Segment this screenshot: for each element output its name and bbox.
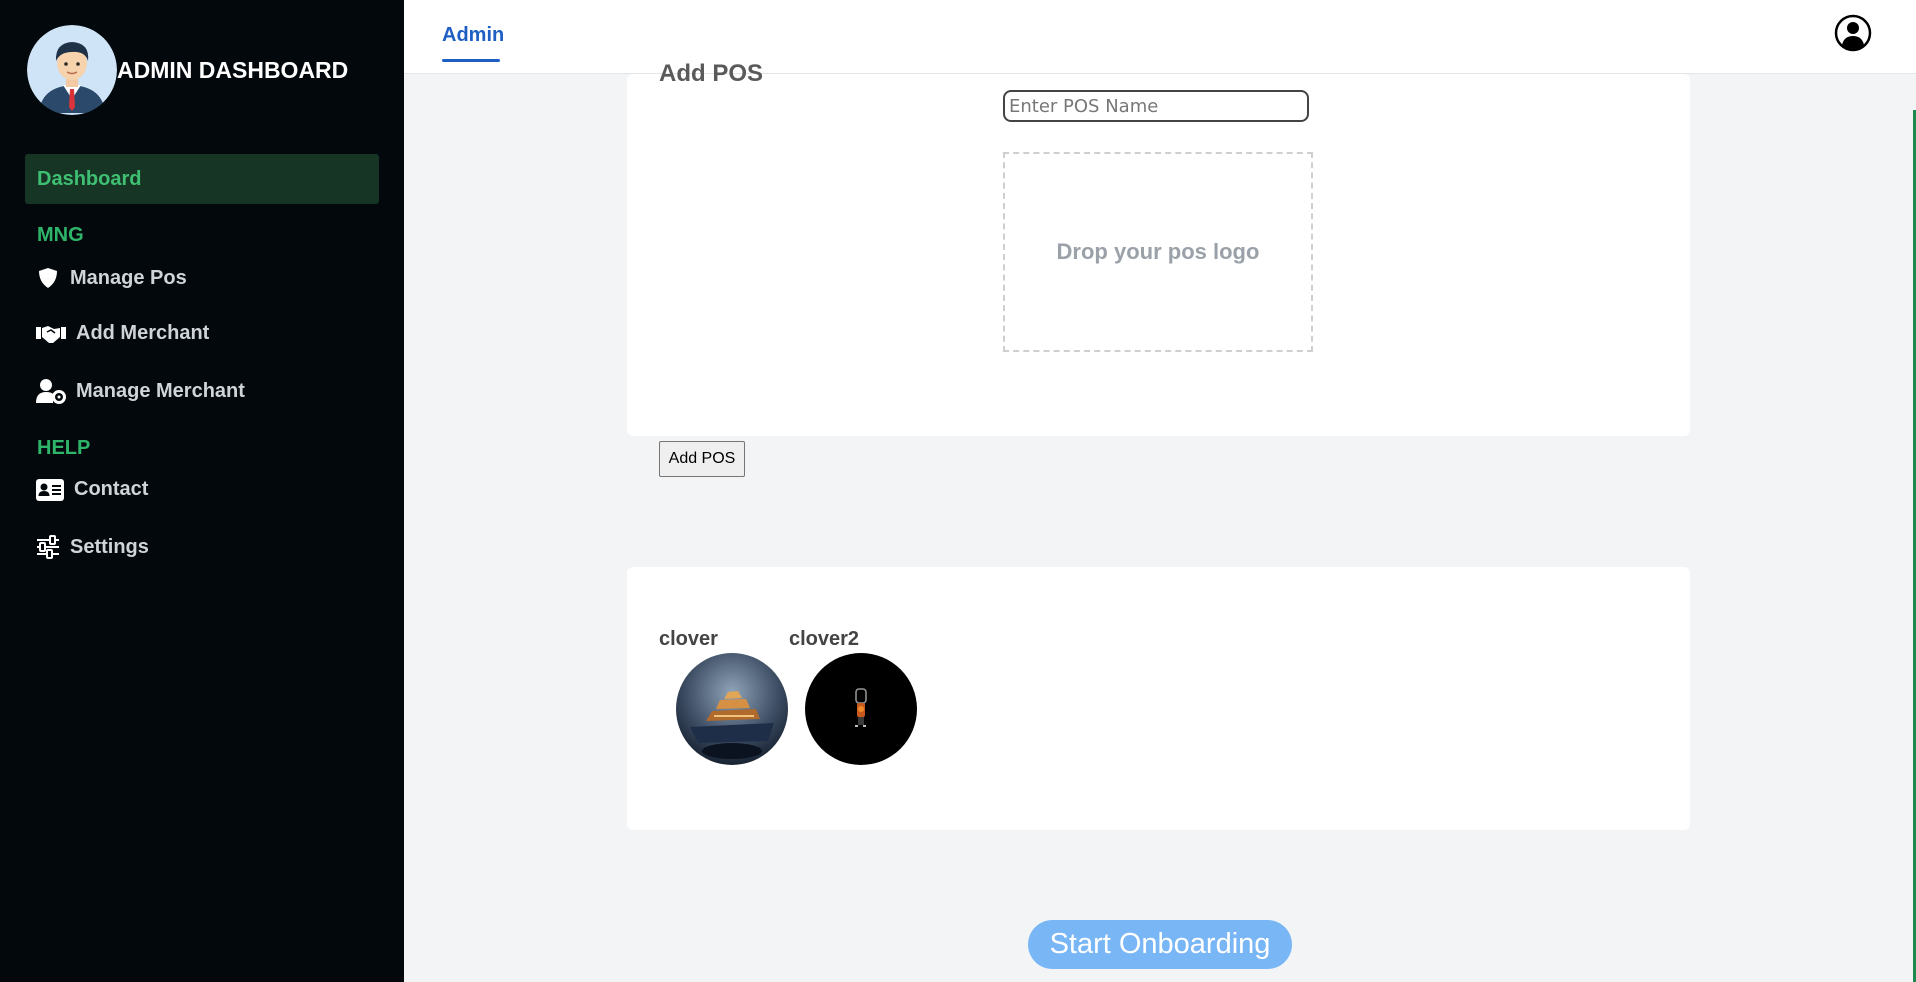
contact-card-icon xyxy=(36,478,64,501)
sidebar-item-settings[interactable]: Settings xyxy=(36,535,149,559)
tab-active-indicator xyxy=(442,59,500,62)
pos-name: clover xyxy=(659,628,718,650)
start-onboarding-button[interactable]: Start Onboarding xyxy=(1028,920,1292,969)
sidebar-item-label: Manage Pos xyxy=(70,266,187,289)
pos-logo-dropzone[interactable]: Drop your pos logo xyxy=(1003,152,1313,352)
pos-item[interactable]: clover2 xyxy=(789,628,917,765)
section-heading-mng: MNG xyxy=(37,224,84,246)
pos-item[interactable]: clover xyxy=(659,628,788,765)
shield-icon xyxy=(36,266,60,290)
sidebar-item-label: Settings xyxy=(70,535,149,558)
section-heading-help: HELP xyxy=(37,437,91,459)
admin-avatar xyxy=(27,25,117,115)
top-header: Admin xyxy=(404,0,1916,74)
user-circle-icon[interactable] xyxy=(1834,14,1872,52)
pos-name-input[interactable] xyxy=(1003,90,1309,122)
add-pos-button[interactable]: Add POS xyxy=(659,441,745,477)
sliders-icon xyxy=(36,535,60,559)
sidebar-item-label: Dashboard xyxy=(37,167,142,190)
pos-logo-image xyxy=(676,653,788,765)
brand-title: ADMIN DASHBOARD xyxy=(117,56,349,83)
sidebar-item-manage-merchant[interactable]: Manage Merchant xyxy=(36,378,245,404)
brand: ADMIN DASHBOARD xyxy=(27,25,348,115)
pos-logo-image xyxy=(805,653,917,765)
dropzone-label: Drop your pos logo xyxy=(1056,239,1260,264)
handshake-icon xyxy=(36,323,66,345)
sidebar: ADMIN DASHBOARD Dashboard MNG Manage Pos… xyxy=(0,0,404,982)
sidebar-item-add-merchant[interactable]: Add Merchant xyxy=(36,322,209,345)
user-gear-icon xyxy=(36,378,66,404)
sidebar-item-manage-pos[interactable]: Manage Pos xyxy=(36,266,187,290)
sidebar-item-label: Contact xyxy=(74,478,149,500)
sidebar-item-contact[interactable]: Contact xyxy=(36,478,148,501)
sidebar-item-dashboard[interactable]: Dashboard xyxy=(25,154,379,204)
add-pos-heading: Add POS xyxy=(659,60,764,87)
pos-name: clover2 xyxy=(789,628,860,650)
tab-admin[interactable]: Admin xyxy=(442,24,504,47)
sidebar-item-label: Manage Merchant xyxy=(76,379,245,402)
sidebar-item-label: Add Merchant xyxy=(76,322,210,344)
